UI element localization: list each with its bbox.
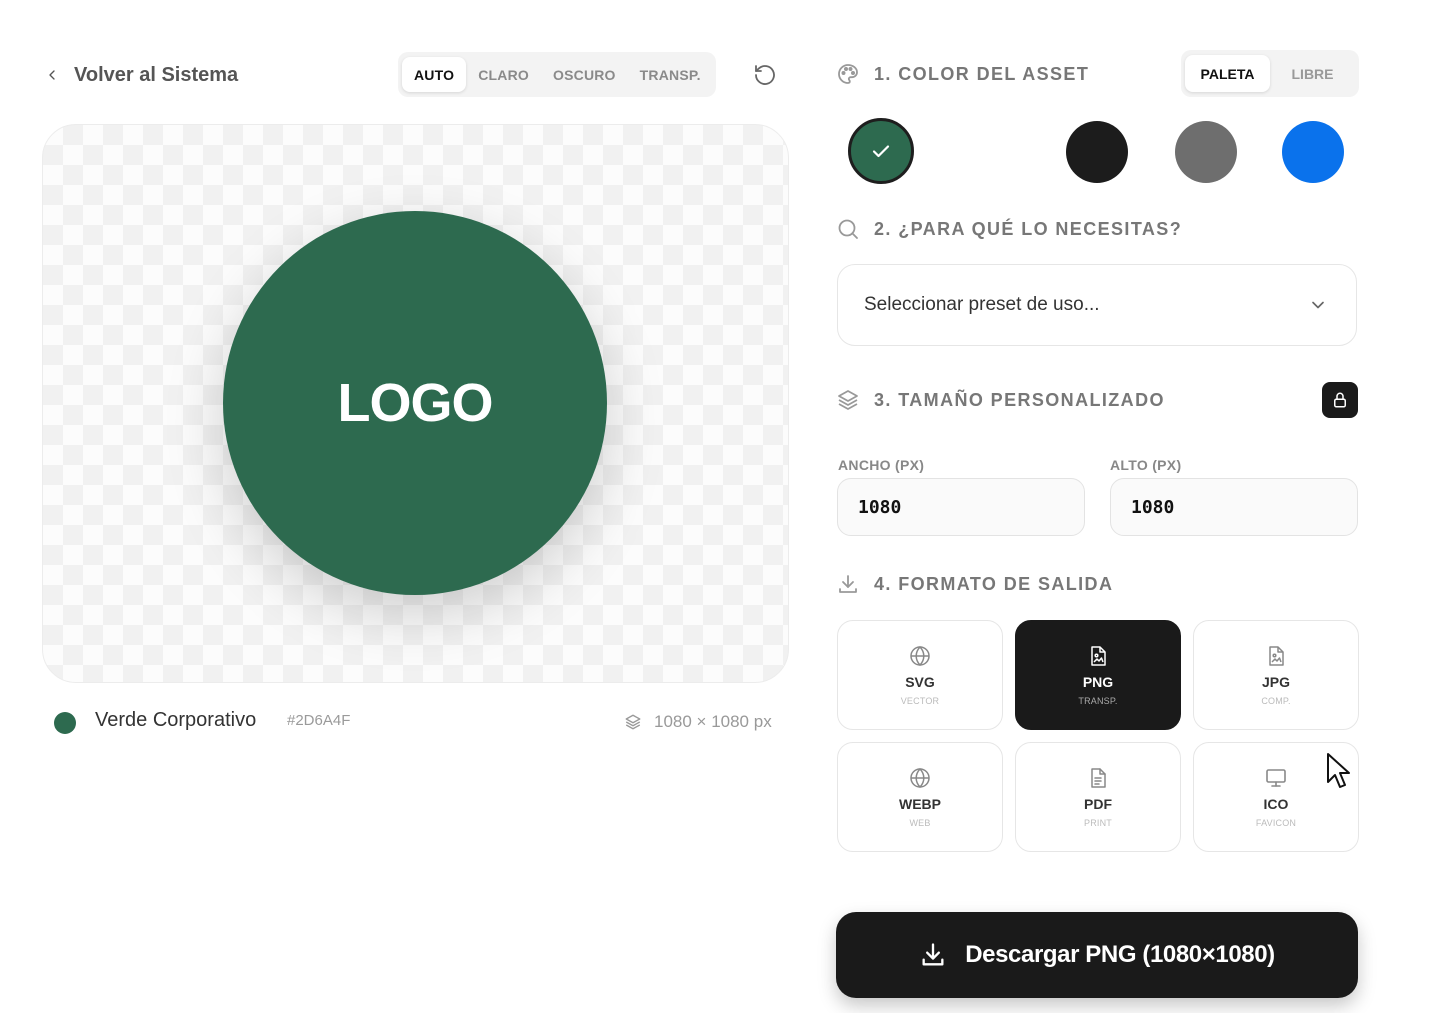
dimension-info: 1080 × 1080 px [624,712,772,732]
format-name: ICO [1263,796,1289,812]
section-format-title: 4. FORMATO DE SALIDA [836,572,1113,596]
layers-icon [838,390,858,410]
logo-text: LOGO [337,373,494,433]
theme-option-auto[interactable]: AUTO [402,57,467,92]
download-icon [839,575,857,593]
format-name: PNG [1082,674,1114,690]
document-icon [1091,768,1106,788]
check-icon [872,145,890,158]
format-name: SVG [905,674,935,690]
dimension-text: 1080 × 1080 px [654,712,772,731]
format-name: PDF [1084,796,1112,812]
globe-icon [910,645,930,667]
swatch-gray[interactable] [1175,121,1237,183]
globe-icon [910,767,930,789]
section-size-title: 3. TAMAÑO PERSONALIZADO [836,388,1165,412]
theme-option-claro[interactable]: CLARO [466,57,541,92]
section-usage-label: 2. ¿PARA QUÉ LO NECESITAS? [874,218,1183,239]
download-button[interactable]: Descargar PNG (1080×1080) [836,912,1358,998]
color-name: Verde Corporativo [95,709,257,731]
usage-preset-placeholder: Seleccionar preset de uso... [864,294,1100,315]
swatch-green[interactable] [848,118,914,184]
monitor-icon [1266,769,1286,787]
swatch-blue[interactable] [1282,121,1344,183]
reset-button[interactable] [748,58,782,92]
section-color-label: 1. COLOR DEL ASSET [874,63,1090,84]
image-file-icon [1269,646,1284,666]
theme-option-transp[interactable]: TRANSP. [628,57,713,92]
format-sub: VECTOR [900,696,940,706]
download-icon [922,943,944,966]
mode-option-libre[interactable]: LIBRE [1270,55,1355,92]
swatch-black[interactable] [1066,121,1128,183]
width-input[interactable] [837,478,1085,536]
format-sub: FAVICON [1255,818,1297,828]
logo-preview[interactable]: LOGO [223,211,607,595]
width-label: ANCHO (PX) [838,457,925,473]
format-png[interactable]: PNG TRANSP. [1015,620,1181,730]
section-format-label: 4. FORMATO DE SALIDA [874,573,1114,594]
theme-option-oscuro[interactable]: OSCURO [541,57,628,92]
back-link[interactable]: Volver al Sistema [44,60,238,90]
chevron-down-icon [1312,301,1324,309]
image-file-icon [1091,646,1106,666]
usage-preset-select[interactable]: Seleccionar preset de uso... [837,264,1357,346]
color-mode-selector: PALETA LIBRE [1181,50,1359,97]
chevron-left-icon [49,70,55,80]
format-pdf[interactable]: PDF PRINT [1015,742,1181,852]
format-sub: COMP. [1261,696,1291,706]
mode-option-paleta[interactable]: PALETA [1185,55,1270,92]
height-input[interactable] [1110,478,1358,536]
back-label: Volver al Sistema [74,63,239,86]
color-hex: #2D6A4F [287,712,351,729]
format-sub: WEB [909,818,931,828]
format-name: WEBP [899,796,941,812]
section-size-label: 3. TAMAÑO PERSONALIZADO [874,389,1165,410]
search-icon [838,219,858,239]
aspect-lock-toggle[interactable] [1322,382,1358,418]
format-sub: TRANSP. [1078,696,1118,706]
layers-icon [625,714,641,730]
format-jpg[interactable]: JPG COMP. [1193,620,1359,730]
height-label: ALTO (PX) [1110,457,1182,473]
lock-icon [1334,392,1346,408]
download-label: Descargar PNG (1080×1080) [965,941,1275,968]
format-svg[interactable]: SVG VECTOR [837,620,1003,730]
theme-selector: AUTO CLARO OSCURO TRANSP. [398,52,716,97]
palette-icon [838,64,858,84]
refresh-icon [755,65,775,85]
format-sub: PRINT [1084,818,1112,828]
format-name: JPG [1261,674,1290,690]
format-ico[interactable]: ICO FAVICON [1193,742,1359,852]
section-color-title: 1. COLOR DEL ASSET [836,62,1089,86]
section-usage-title: 2. ¿PARA QUÉ LO NECESITAS? [836,217,1182,241]
format-webp[interactable]: WEBP WEB [837,742,1003,852]
color-indicator [54,712,76,734]
